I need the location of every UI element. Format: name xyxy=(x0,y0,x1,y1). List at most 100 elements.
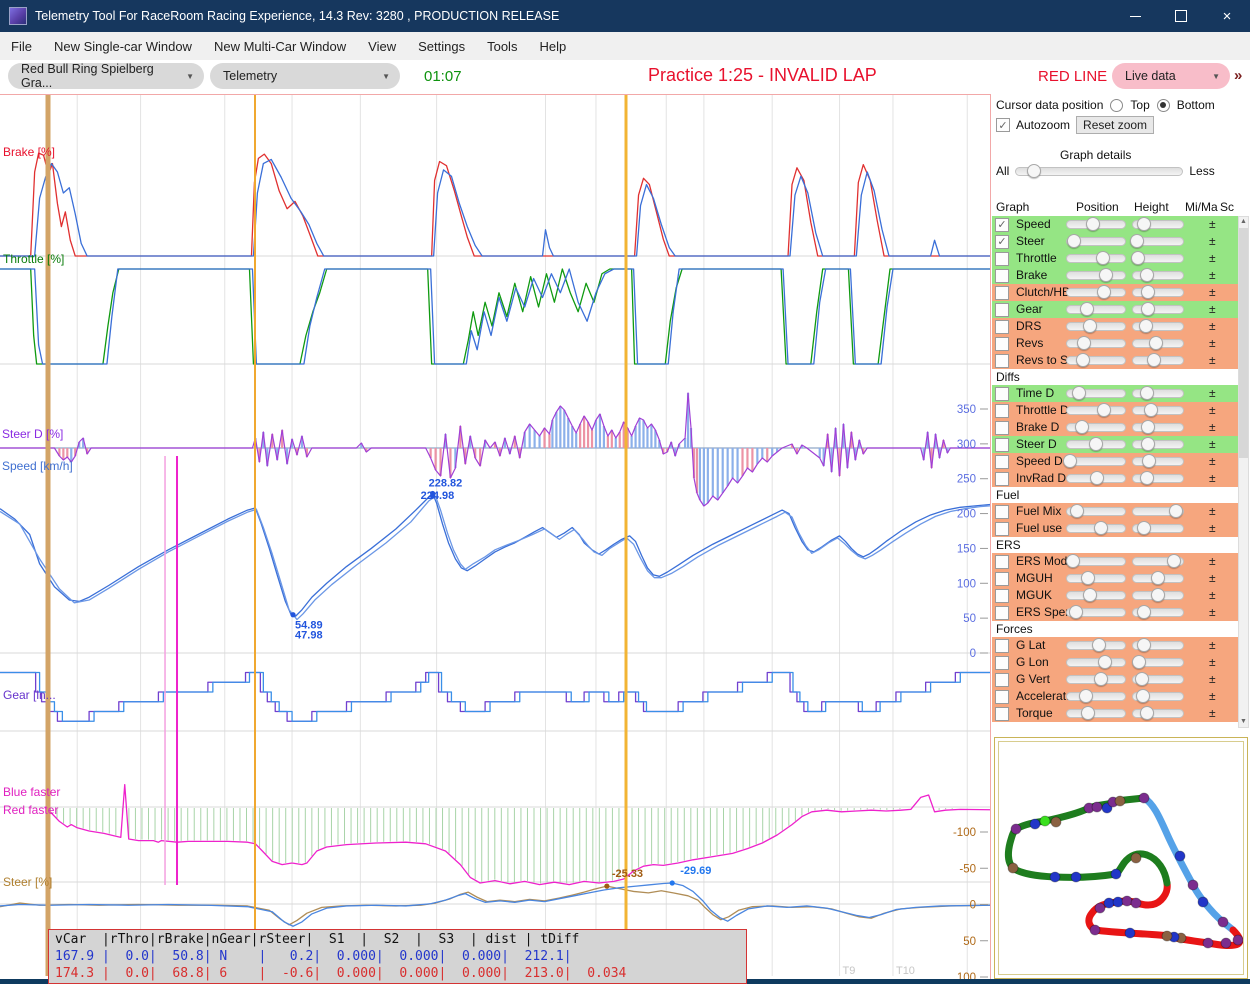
position-slider-steer-d[interactable] xyxy=(1066,440,1126,449)
position-slider-throttle-thumb[interactable] xyxy=(1096,251,1110,265)
close-button[interactable]: × xyxy=(1204,0,1250,32)
height-slider-brake-d-thumb[interactable] xyxy=(1141,420,1155,434)
scale-checkbox-mguh[interactable] xyxy=(995,572,1009,586)
height-slider-fuel-mix-thumb[interactable] xyxy=(1169,504,1183,518)
plus-minus-button-g-lat[interactable]: ± xyxy=(1209,638,1216,652)
position-slider-brake-thumb[interactable] xyxy=(1099,268,1113,282)
height-slider-g-vert[interactable] xyxy=(1132,675,1184,684)
graph-details-slider-thumb[interactable] xyxy=(1027,164,1041,178)
height-slider-torque[interactable] xyxy=(1132,709,1184,718)
height-slider-gear-thumb[interactable] xyxy=(1141,302,1155,316)
height-slider-steer[interactable] xyxy=(1132,237,1184,246)
height-slider-invrad-d-thumb[interactable] xyxy=(1140,471,1154,485)
maximize-button[interactable] xyxy=(1158,0,1204,32)
minimize-button[interactable] xyxy=(1112,0,1158,32)
position-slider-throttle[interactable] xyxy=(1066,254,1126,263)
height-slider-time-d[interactable] xyxy=(1132,389,1184,398)
height-slider-time-d-thumb[interactable] xyxy=(1140,386,1154,400)
height-slider-g-lat[interactable] xyxy=(1132,641,1184,650)
scale-checkbox-torque[interactable] xyxy=(995,707,1009,721)
menu-item-settings[interactable]: Settings xyxy=(407,32,476,60)
plus-minus-button-invrad-d[interactable]: ± xyxy=(1209,471,1216,485)
plus-minus-button-brake[interactable]: ± xyxy=(1209,268,1216,282)
telemetry-chart-area[interactable]: T9T10350300250200150100500-100-500501002… xyxy=(0,94,991,984)
position-slider-drs-thumb[interactable] xyxy=(1083,319,1097,333)
expand-panel-button[interactable]: » xyxy=(1234,67,1242,84)
position-slider-throttle-d[interactable] xyxy=(1066,406,1126,415)
height-slider-speed[interactable] xyxy=(1132,220,1184,229)
position-slider-speed[interactable] xyxy=(1066,220,1126,229)
height-slider-drs-thumb[interactable] xyxy=(1139,319,1153,333)
position-slider-accelerat--thumb[interactable] xyxy=(1079,689,1093,703)
scale-checkbox-fuel-use[interactable] xyxy=(995,522,1009,536)
position-slider-invrad-d[interactable] xyxy=(1066,474,1126,483)
height-slider-fuel-use[interactable] xyxy=(1132,524,1184,533)
height-slider-mguk-thumb[interactable] xyxy=(1151,588,1165,602)
height-slider-brake[interactable] xyxy=(1132,271,1184,280)
scale-checkbox-g-lat[interactable] xyxy=(995,639,1009,653)
scale-checkbox-gear[interactable] xyxy=(995,303,1009,317)
telemetry-chart[interactable]: T9T10350300250200150100500-100-500501002… xyxy=(0,95,990,983)
data-source-selector[interactable]: Live data ▼ xyxy=(1112,63,1230,89)
height-slider-mguh-thumb[interactable] xyxy=(1151,571,1165,585)
plus-minus-button-throttle[interactable]: ± xyxy=(1209,251,1216,265)
height-slider-brake-thumb[interactable] xyxy=(1140,268,1154,282)
position-slider-clutch-hb-thumb[interactable] xyxy=(1097,285,1111,299)
menu-item-new-multi-car-window[interactable]: New Multi-Car Window xyxy=(203,32,357,60)
position-slider-ers-mode[interactable] xyxy=(1066,557,1126,566)
menu-item-help[interactable]: Help xyxy=(528,32,577,60)
position-slider-g-vert[interactable] xyxy=(1066,675,1126,684)
view-selector[interactable]: Telemetry ▼ xyxy=(210,63,400,89)
position-slider-torque-thumb[interactable] xyxy=(1081,706,1095,720)
height-slider-g-lat-thumb[interactable] xyxy=(1137,638,1151,652)
track-selector[interactable]: Red Bull Ring Spielberg Gra... ▼ xyxy=(8,63,204,89)
position-slider-time-d-thumb[interactable] xyxy=(1072,386,1086,400)
plus-minus-button-time-d[interactable]: ± xyxy=(1209,386,1216,400)
height-slider-brake-d[interactable] xyxy=(1132,423,1184,432)
position-slider-speed-d[interactable] xyxy=(1066,457,1126,466)
position-slider-mguh[interactable] xyxy=(1066,574,1126,583)
height-slider-ers-mode[interactable] xyxy=(1132,557,1184,566)
position-slider-revs-to-s--thumb[interactable] xyxy=(1076,353,1090,367)
menu-item-new-single-car-window[interactable]: New Single-car Window xyxy=(43,32,203,60)
scale-checkbox-invrad-d[interactable] xyxy=(995,472,1009,486)
height-slider-steer-thumb[interactable] xyxy=(1130,234,1144,248)
plus-minus-button-drs[interactable]: ± xyxy=(1209,319,1216,333)
position-slider-gear-thumb[interactable] xyxy=(1080,302,1094,316)
height-slider-fuel-use-thumb[interactable] xyxy=(1137,521,1151,535)
scale-checkbox-ers-spent[interactable] xyxy=(995,606,1009,620)
plus-minus-button-clutch-hb[interactable]: ± xyxy=(1209,285,1216,299)
position-slider-mguk[interactable] xyxy=(1066,591,1126,600)
height-slider-speed-thumb[interactable] xyxy=(1137,217,1151,231)
position-slider-fuel-use[interactable] xyxy=(1066,524,1126,533)
scale-checkbox-fuel-mix[interactable] xyxy=(995,505,1009,519)
scale-checkbox-steer-d[interactable] xyxy=(995,438,1009,452)
height-slider-ers-spent[interactable] xyxy=(1132,608,1184,617)
position-slider-ers-spent-thumb[interactable] xyxy=(1069,605,1083,619)
height-slider-mguh[interactable] xyxy=(1132,574,1184,583)
scale-checkbox-throttle[interactable] xyxy=(995,252,1009,266)
scale-checkbox-throttle-d[interactable] xyxy=(995,404,1009,418)
position-slider-gear[interactable] xyxy=(1066,305,1126,314)
position-slider-drs[interactable] xyxy=(1066,322,1126,331)
position-slider-speed-thumb[interactable] xyxy=(1086,217,1100,231)
scroll-down-icon[interactable]: ▼ xyxy=(1239,717,1248,727)
position-slider-accelerat-[interactable] xyxy=(1066,692,1126,701)
position-slider-revs-thumb[interactable] xyxy=(1077,336,1091,350)
plus-minus-button-accelerat-[interactable]: ± xyxy=(1209,689,1216,703)
plus-minus-button-throttle-d[interactable]: ± xyxy=(1209,403,1216,417)
height-slider-g-vert-thumb[interactable] xyxy=(1135,672,1149,686)
position-slider-fuel-mix-thumb[interactable] xyxy=(1070,504,1084,518)
height-slider-throttle-d[interactable] xyxy=(1132,406,1184,415)
height-slider-throttle-thumb[interactable] xyxy=(1131,251,1145,265)
scale-checkbox-accelerat-[interactable] xyxy=(995,690,1009,704)
position-slider-brake-d-thumb[interactable] xyxy=(1075,420,1089,434)
position-slider-ers-mode-thumb[interactable] xyxy=(1066,554,1080,568)
position-slider-brake-d[interactable] xyxy=(1066,423,1126,432)
height-slider-throttle[interactable] xyxy=(1132,254,1184,263)
height-slider-g-lon[interactable] xyxy=(1132,658,1184,667)
position-slider-mguk-thumb[interactable] xyxy=(1083,588,1097,602)
height-slider-mguk[interactable] xyxy=(1132,591,1184,600)
plus-minus-button-fuel-mix[interactable]: ± xyxy=(1209,504,1216,518)
scale-checkbox-revs[interactable] xyxy=(995,337,1009,351)
